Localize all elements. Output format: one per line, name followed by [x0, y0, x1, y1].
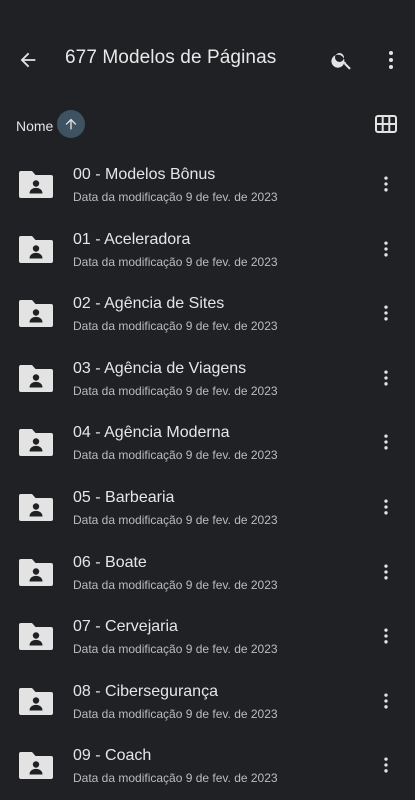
list-item[interactable]: 00 - Modelos Bônus Data da modificação 9…	[0, 152, 415, 217]
more-vert-icon	[384, 241, 388, 257]
file-modified-date: Data da modificação 9 de fev. de 2023	[73, 190, 278, 204]
list-item[interactable]: 04 - Agência Moderna Data da modificação…	[0, 410, 415, 475]
item-more-button[interactable]	[374, 689, 398, 713]
item-more-button[interactable]	[374, 237, 398, 261]
list-item[interactable]: 03 - Agência de Viagens Data da modifica…	[0, 346, 415, 411]
file-name: 07 - Cervejaria	[73, 618, 178, 636]
list-item[interactable]: 09 - Coach Data da modificação 9 de fev.…	[0, 733, 415, 798]
file-name: 04 - Agência Moderna	[73, 424, 230, 442]
item-more-button[interactable]	[374, 495, 398, 519]
item-more-button[interactable]	[374, 753, 398, 777]
item-more-button[interactable]	[374, 172, 398, 196]
more-vert-icon	[384, 693, 388, 709]
more-vert-icon	[384, 370, 388, 386]
item-more-button[interactable]	[374, 430, 398, 454]
sort-label[interactable]: Nome	[16, 118, 53, 134]
shared-folder-icon	[19, 558, 53, 586]
more-vert-icon	[389, 51, 393, 69]
more-options-button[interactable]	[377, 46, 405, 74]
file-modified-date: Data da modificação 9 de fev. de 2023	[73, 512, 278, 527]
shared-folder-icon	[19, 300, 53, 328]
search-icon	[331, 53, 351, 70]
file-modified-date: Data da modificação 9 de fev. de 2023	[73, 706, 278, 721]
more-vert-icon	[384, 176, 388, 192]
more-vert-icon	[384, 564, 388, 580]
shared-folder-icon	[19, 687, 53, 715]
more-vert-icon	[384, 305, 388, 321]
file-modified-date: Data da modificação 9 de fev. de 2023	[73, 254, 278, 269]
file-name: 06 - Boate	[73, 553, 147, 571]
file-name: 02 - Agência de Sites	[73, 295, 225, 313]
file-modified-date: Data da modificação 9 de fev. de 2023	[73, 383, 278, 398]
search-button[interactable]	[328, 46, 356, 74]
list-item[interactable]: 07 - Cervejaria Data da modificação 9 de…	[0, 604, 415, 669]
file-name: 05 - Barbearia	[73, 488, 175, 506]
file-list: 00 - Modelos Bônus Data da modificação 9…	[0, 152, 415, 798]
list-item[interactable]: 05 - Barbearia Data da modificação 9 de …	[0, 475, 415, 540]
list-item[interactable]: 02 - Agência de Sites Data da modificaçã…	[0, 281, 415, 346]
more-vert-icon	[384, 434, 388, 450]
file-modified-date: Data da modificação 9 de fev. de 2023	[73, 577, 278, 592]
file-modified-date: Data da modificação 9 de fev. de 2023	[73, 642, 278, 657]
shared-folder-icon	[19, 235, 53, 263]
item-more-button[interactable]	[374, 560, 398, 584]
list-item[interactable]: 06 - Boate Data da modificação 9 de fev.…	[0, 540, 415, 605]
shared-folder-icon	[19, 493, 53, 521]
more-vert-icon	[384, 628, 388, 644]
shared-folder-icon	[19, 429, 53, 457]
file-modified-date: Data da modificação 9 de fev. de 2023	[73, 771, 278, 786]
item-more-button[interactable]	[374, 624, 398, 648]
file-name: 09 - Coach	[73, 747, 152, 765]
arrow-back-icon	[20, 52, 36, 68]
shared-folder-icon	[19, 364, 53, 392]
shared-folder-icon	[19, 171, 53, 198]
more-vert-icon	[384, 499, 388, 515]
arrow-up-icon	[65, 118, 77, 130]
shared-folder-icon	[19, 752, 53, 780]
grid-view-button[interactable]	[374, 112, 398, 136]
shared-folder-icon	[19, 623, 53, 651]
file-name: 00 - Modelos Bônus	[73, 166, 216, 183]
file-modified-date: Data da modificação 9 de fev. de 2023	[73, 319, 278, 334]
back-button[interactable]	[14, 46, 42, 74]
list-item[interactable]: 08 - Cibersegurança Data da modificação …	[0, 669, 415, 734]
item-more-button[interactable]	[374, 366, 398, 390]
list-item[interactable]: 01 - Aceleradora Data da modificação 9 d…	[0, 217, 415, 282]
item-more-button[interactable]	[374, 301, 398, 325]
sort-direction-button[interactable]	[57, 110, 85, 138]
file-name: 01 - Aceleradora	[73, 230, 191, 248]
file-name: 03 - Agência de Viagens	[73, 359, 247, 377]
file-modified-date: Data da modificação 9 de fev. de 2023	[73, 448, 278, 463]
grid-view-icon	[375, 115, 397, 133]
page-title: 677 Modelos de Páginas	[65, 47, 277, 68]
app-bar: 677 Modelos de Páginas	[0, 0, 415, 116]
more-vert-icon	[384, 757, 388, 773]
file-name: 08 - Cibersegurança	[73, 682, 218, 700]
